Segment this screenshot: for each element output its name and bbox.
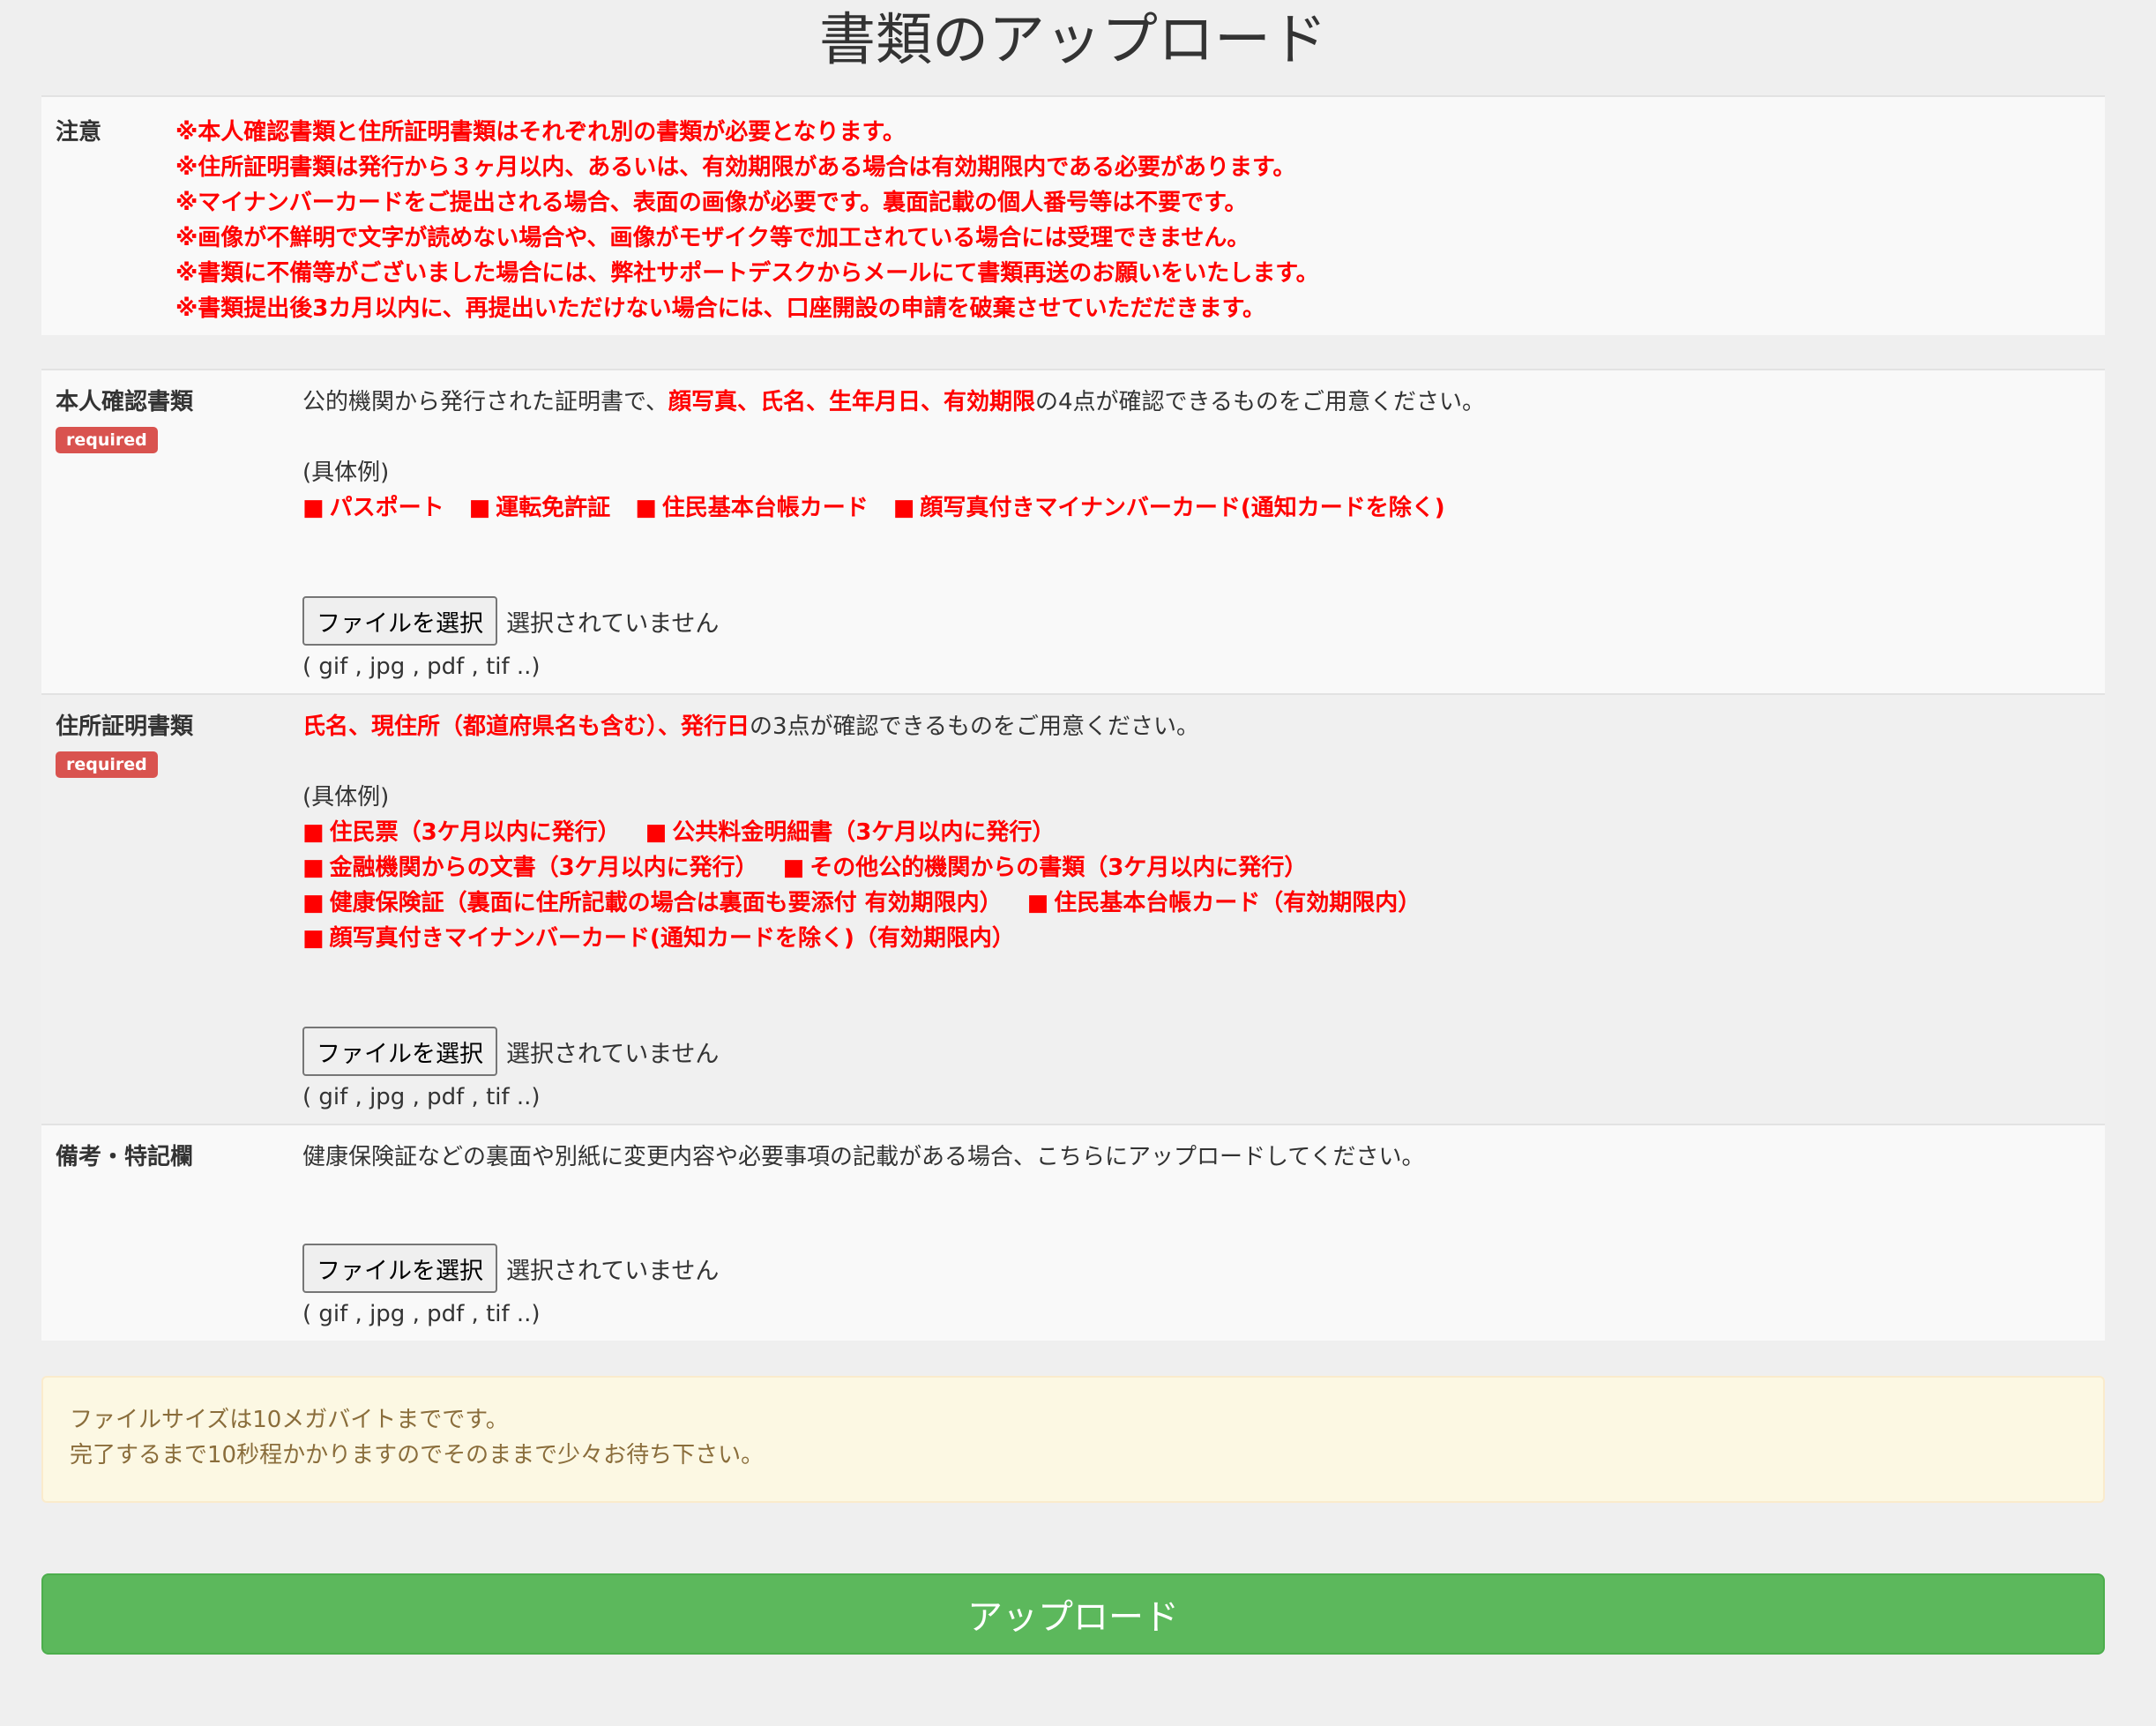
bullet-square-icon: ■ [645, 819, 668, 846]
example-item: ■ 住民基本台帳カード [635, 495, 869, 521]
example-item: ■ その他公的機関からの書類（3ケ月以内に発行） [782, 855, 1308, 881]
alert-line: ファイルサイズは10メガバイトまでです。 [70, 1407, 509, 1433]
upload-button[interactable]: アップロード [41, 1573, 2105, 1655]
remarks-text: 健康保険証などの裏面や別紙に変更内容や必要事項の記載がある場合、こちらにアップロ… [302, 1144, 1425, 1170]
notice-line: ※書類提出後3カ月以内に、再提出いただけない場合には、口座開設の申請を破棄させて… [175, 295, 1265, 322]
notice-line: ※マイナンバーカードをご提出される場合、表面の画像が必要です。裏面記載の個人番号… [175, 190, 1248, 216]
identity-document-row: 本人確認書類 required 公的機関から発行された証明書で、顔写真、氏名、生… [41, 369, 2105, 693]
notice-line: ※本人確認書類と住所証明書類はそれぞれ別の書類が必要となります。 [175, 119, 906, 146]
file-size-alert: ファイルサイズは10メガバイトまでです。 完了するまで10秒程かかりますのでその… [41, 1376, 2105, 1503]
bullet-square-icon: ■ [302, 495, 325, 521]
remarks-row: 備考・特記欄 健康保険証などの裏面や別紙に変更内容や必要事項の記載がある場合、こ… [41, 1124, 2105, 1341]
page-title: 書類のアップロード [819, 8, 1327, 73]
example-title: (具体例) [302, 784, 390, 811]
example-line: ■ 住民票（3ケ月以内に発行） ■ 公共料金明細書（3ケ月以内に発行） [302, 815, 2087, 850]
bullet-square-icon: ■ [892, 495, 915, 521]
bullet-square-icon: ■ [1026, 890, 1049, 916]
remarks-label: 備考・特記欄 [56, 1144, 194, 1170]
file-type-hint: ( gif , jpg , pdf , tif ..) [302, 1301, 541, 1327]
notice-line: ※住所証明書類は発行から３ヶ月以内、あるいは、有効期限がある場合は有効期限内であ… [175, 154, 1296, 181]
required-badge: required [56, 751, 158, 778]
address-document-label: 住所証明書類 [56, 714, 194, 740]
example-item: ■ パスポート [302, 495, 444, 521]
address-file-upload: ファイルを選択 選択されていません ( gif , jpg , pdf , ti… [302, 1027, 719, 1115]
notice-line: ※画像が不鮮明で文字が読めない場合や、画像がモザイク等で加工されている場合には受… [175, 225, 1250, 251]
example-item: ■ 公共料金明細書（3ケ月以内に発行） [645, 819, 1056, 846]
address-file-status: 選択されていません [506, 1040, 720, 1068]
address-document-description: 氏名、現住所（都道府県名も含む）、発行日の3点が確認できるものをご用意ください。… [302, 709, 2087, 956]
bullet-square-icon: ■ [302, 925, 325, 952]
bullet-square-icon: ■ [782, 855, 805, 881]
example-line: ■ 健康保険証（裏面に住所記載の場合は裏面も要添付 有効期限内） ■ 住民基本台帳カー… [302, 885, 2087, 921]
example-line: ■ パスポート ■ 運転免許証 ■ 住民基本台帳カード ■ 顔写真付きマイナンバーカード(通知… [302, 490, 2087, 526]
bullet-square-icon: ■ [302, 819, 325, 846]
upload-page: 書類のアップロード 注意 ※本人確認書類と住所証明書類はそれぞれ別の書類が必要と… [41, 0, 2105, 1655]
example-line: ■ 顔写真付きマイナンバーカード(通知カードを除く)（有効期限内） [302, 921, 2087, 956]
identity-file-upload: ファイルを選択 選択されていません ( gif , jpg , pdf , ti… [302, 596, 719, 684]
example-line: ■ 金融機関からの文書（3ケ月以内に発行） ■ その他公的機関からの書類（3ケ月以内に… [302, 850, 2087, 885]
example-item: ■ 金融機関からの文書（3ケ月以内に発行） [302, 855, 758, 881]
required-badge: required [56, 427, 158, 453]
bullet-square-icon: ■ [468, 495, 491, 521]
address-file-choose-button[interactable]: ファイルを選択 [302, 1027, 497, 1076]
remarks-file-upload: ファイルを選択 選択されていません ( gif , jpg , pdf , ti… [302, 1244, 719, 1332]
bullet-square-icon: ■ [302, 890, 325, 916]
example-item: ■ 健康保険証（裏面に住所記載の場合は裏面も要添付 有効期限内） [302, 890, 1003, 916]
example-title: (具体例) [302, 460, 390, 486]
example-item: ■ 顔写真付きマイナンバーカード(通知カードを除く)（有効期限内） [302, 925, 1015, 952]
identity-file-status: 選択されていません [506, 609, 720, 638]
notice-lines: ※本人確認書類と住所証明書類はそれぞれ別の書類が必要となります。 ※住所証明書類… [175, 115, 2087, 326]
remarks-file-choose-button[interactable]: ファイルを選択 [302, 1244, 497, 1293]
file-type-hint: ( gif , jpg , pdf , tif ..) [302, 1084, 541, 1110]
identity-file-choose-button[interactable]: ファイルを選択 [302, 596, 497, 646]
remarks-file-status: 選択されていません [506, 1257, 720, 1285]
bullet-square-icon: ■ [302, 855, 325, 881]
notice-panel: 注意 ※本人確認書類と住所証明書類はそれぞれ別の書類が必要となります。 ※住所証… [41, 95, 2105, 335]
file-type-hint: ( gif , jpg , pdf , tif ..) [302, 654, 541, 680]
identity-document-description: 公的機関から発行された証明書で、顔写真、氏名、生年月日、有効期限の4点が確認でき… [302, 385, 2087, 526]
example-item: ■ 住民票（3ケ月以内に発行） [302, 819, 621, 846]
notice-label: 注意 [56, 119, 102, 146]
alert-line: 完了するまで10秒程かかりますのでそのままで少々お待ち下さい。 [70, 1442, 765, 1468]
example-item: ■ 運転免許証 [468, 495, 611, 521]
notice-line: ※書類に不備等がございました場合には、弊社サポートデスクからメールにて書類再送の… [175, 260, 1319, 287]
example-item: ■ 住民基本台帳カード（有効期限内） [1026, 890, 1421, 916]
address-document-row: 住所証明書類 required 氏名、現住所（都道府県名も含む）、発行日の3点が… [41, 693, 2105, 1124]
identity-requirement-text: 公的機関から発行された証明書で、顔写真、氏名、生年月日、有効期限の4点が確認でき… [302, 389, 1486, 415]
address-requirement-text: 氏名、現住所（都道府県名も含む）、発行日の3点が確認できるものをご用意ください。 [302, 714, 1200, 740]
identity-document-label: 本人確認書類 [56, 389, 194, 415]
example-item: ■ 顔写真付きマイナンバーカード(通知カードを除く) [892, 495, 1445, 521]
bullet-square-icon: ■ [635, 495, 657, 521]
remarks-description: 健康保険証などの裏面や別紙に変更内容や必要事項の記載がある場合、こちらにアップロ… [302, 1139, 2087, 1175]
